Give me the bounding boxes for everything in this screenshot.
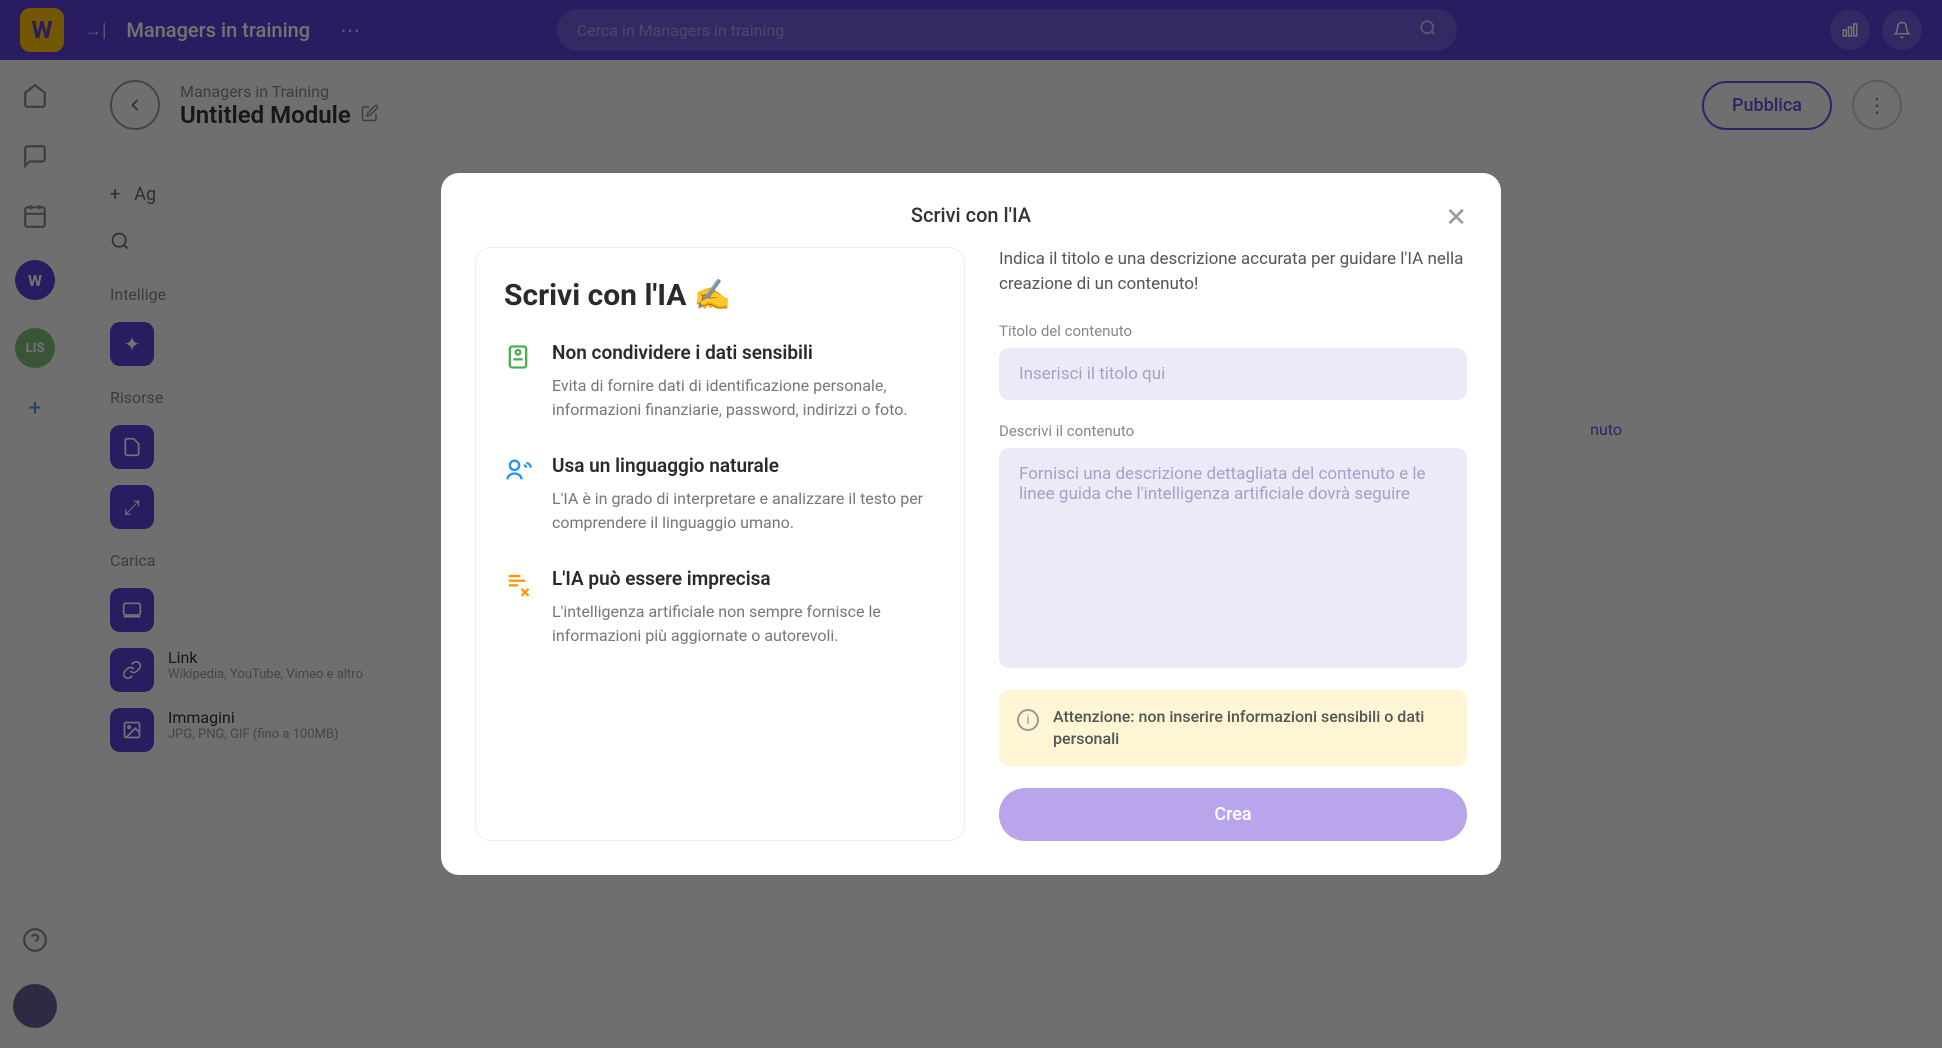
desc-field-label: Descrivi il contenuto [999,422,1467,440]
guideline-title: Non condividere i dati sensibili [552,341,936,364]
description-textarea[interactable] [999,448,1467,668]
create-button[interactable]: Crea [999,788,1467,841]
warning-list-icon [504,569,534,648]
guideline-desc: Evita di fornire dati di identificazione… [552,374,936,422]
title-input[interactable] [999,348,1467,400]
guideline-title: Usa un linguaggio naturale [552,454,936,477]
guidelines-heading: Scrivi con l'IA ✍️ [504,278,936,313]
guideline-natural: Usa un linguaggio naturale L'IA è in gra… [504,454,936,535]
warning-text: Attenzione: non inserire informazioni se… [1053,706,1449,751]
form-intro: Indica il titolo e una descrizione accur… [999,247,1467,298]
info-icon: i [1017,709,1039,731]
ai-write-modal: Scrivi con l'IA ✕ Scrivi con l'IA ✍️ Non… [441,173,1501,876]
privacy-icon [504,343,534,422]
guideline-sensitive: Non condividere i dati sensibili Evita d… [504,341,936,422]
guideline-imprecise: L'IA può essere imprecisa L'intelligenza… [504,567,936,648]
voice-icon [504,456,534,535]
modal-form-panel: Indica il titolo e una descrizione accur… [999,247,1467,842]
warning-banner: i Attenzione: non inserire informazioni … [999,690,1467,767]
modal-guidelines-panel: Scrivi con l'IA ✍️ Non condividere i dat… [475,247,965,842]
title-field-label: Titolo del contenuto [999,322,1467,340]
guideline-desc: L'intelligenza artificiale non sempre fo… [552,600,936,648]
modal-overlay: Scrivi con l'IA ✕ Scrivi con l'IA ✍️ Non… [0,0,1942,1048]
close-icon[interactable]: ✕ [1445,203,1467,233]
guideline-desc: L'IA è in grado di interpretare e analiz… [552,487,936,535]
modal-title: Scrivi con l'IA [911,203,1031,227]
guideline-title: L'IA può essere imprecisa [552,567,936,590]
